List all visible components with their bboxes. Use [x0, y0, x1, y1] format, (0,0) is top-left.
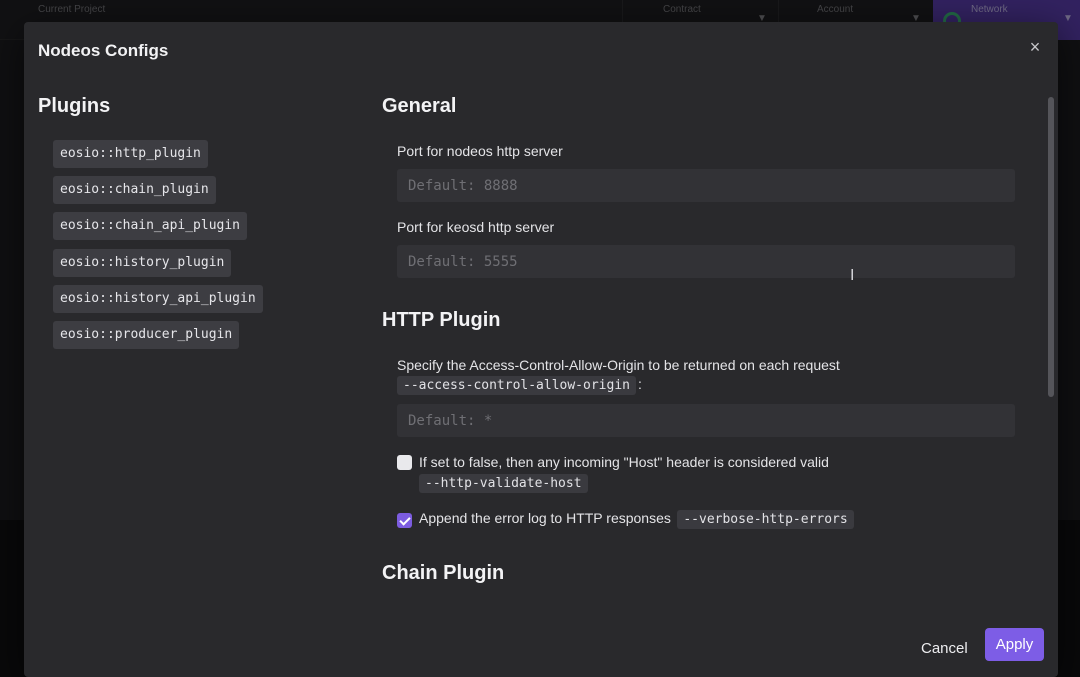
- general-heading: General: [382, 95, 457, 117]
- http-plugin-heading: HTTP Plugin: [382, 309, 501, 331]
- plugin-chip[interactable]: eosio::producer_plugin: [53, 321, 240, 349]
- keosd-port-label: Port for keosd http server: [397, 219, 555, 235]
- validate-host-flag: --http-validate-host: [419, 474, 588, 493]
- verbose-errors-label: Append the error log to HTTP responses: [419, 510, 671, 526]
- cors-input[interactable]: [397, 404, 1015, 437]
- plugins-heading: Plugins: [38, 95, 111, 117]
- plugin-chip[interactable]: eosio::history_api_plugin: [53, 285, 263, 313]
- cors-colon: :: [637, 376, 642, 392]
- plugin-chip[interactable]: eosio::chain_api_plugin: [53, 212, 248, 240]
- verbose-errors-row: Append the error log to HTTP responses -…: [419, 510, 854, 529]
- cancel-button[interactable]: Cancel: [915, 633, 974, 665]
- cors-flag-row: --access-control-allow-origin:: [397, 376, 642, 395]
- nodeos-port-input[interactable]: [397, 169, 1015, 202]
- chain-plugin-heading: Chain Plugin: [382, 562, 505, 584]
- keosd-port-input[interactable]: [397, 245, 1015, 278]
- plugin-chip[interactable]: eosio::http_plugin: [53, 140, 208, 168]
- validate-host-flag-row: --http-validate-host: [419, 474, 588, 493]
- verbose-errors-checkbox[interactable]: [397, 513, 412, 528]
- apply-button[interactable]: Apply: [985, 628, 1044, 661]
- modal-title: Nodeos Configs: [38, 41, 169, 60]
- plugin-chip[interactable]: eosio::history_plugin: [53, 249, 232, 277]
- text-cursor-icon: I: [850, 267, 855, 284]
- cors-flag: --access-control-allow-origin: [397, 376, 636, 395]
- modal-scrollbar[interactable]: [1048, 97, 1054, 397]
- plugin-chip[interactable]: eosio::chain_plugin: [53, 176, 216, 204]
- verbose-errors-flag: --verbose-http-errors: [677, 510, 854, 529]
- nodeos-port-label: Port for nodeos http server: [397, 143, 563, 159]
- validate-host-checkbox[interactable]: [397, 455, 412, 470]
- close-icon[interactable]: ×: [1026, 38, 1044, 56]
- nodeos-configs-modal: Nodeos Configs × Plugins eosio::http_plu…: [24, 22, 1058, 677]
- cors-label: Specify the Access-Control-Allow-Origin …: [397, 357, 840, 373]
- validate-host-label: If set to false, then any incoming "Host…: [419, 454, 829, 470]
